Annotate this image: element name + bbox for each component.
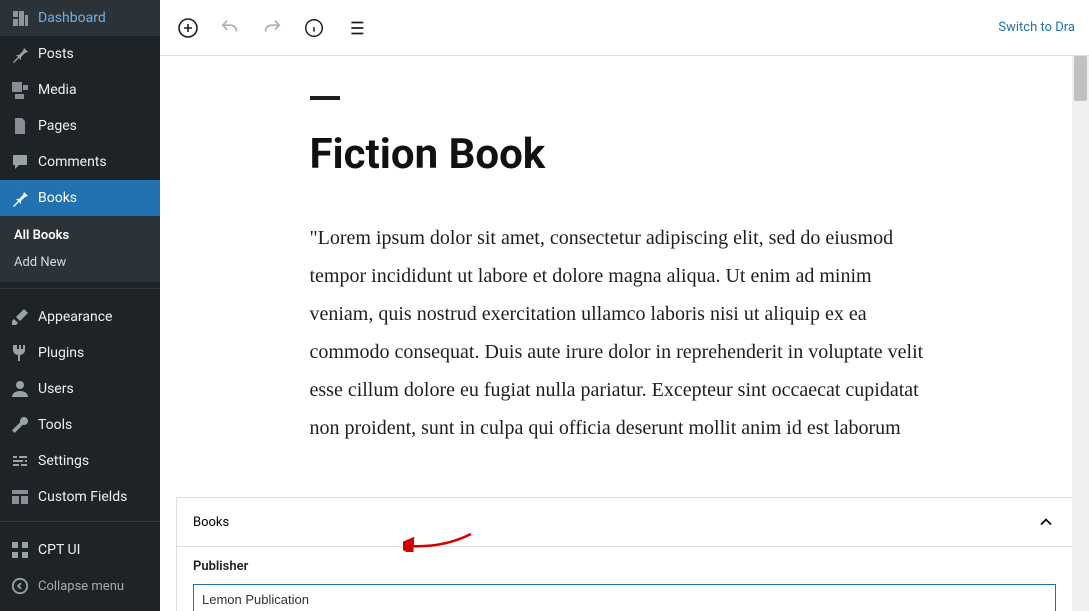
sidebar-item-books[interactable]: Books (0, 180, 160, 216)
sidebar-item-label: Media (38, 82, 77, 98)
title-separator (310, 96, 340, 100)
sidebar-item-label: Posts (38, 46, 74, 62)
post-body-paragraph[interactable]: "Lorem ipsum dolor sit amet, consectetur… (310, 219, 940, 447)
switch-label: Switch to Dra (998, 20, 1075, 35)
metabox-books: Books Publisher (176, 497, 1073, 611)
collapse-label: Collapse menu (38, 579, 124, 594)
sidebar-subitem-label: Add New (14, 255, 66, 270)
dashboard-icon (10, 8, 30, 28)
switch-to-draft-link[interactable]: Switch to Dra (998, 20, 1075, 35)
sidebar-subitem-label: All Books (14, 228, 69, 243)
page-icon (10, 116, 30, 136)
sidebar-item-plugins[interactable]: Plugins (0, 335, 160, 371)
collapse-icon (10, 576, 30, 596)
user-icon (10, 379, 30, 399)
scrollbar-thumb[interactable] (1074, 56, 1087, 101)
sidebar-subitem-all-books[interactable]: All Books (0, 222, 160, 249)
metabox-body: Publisher (177, 547, 1072, 611)
wrench-icon (10, 415, 30, 435)
vertical-scrollbar[interactable] (1072, 56, 1089, 611)
sidebar-item-label: Appearance (38, 309, 112, 325)
comment-icon (10, 152, 30, 172)
undo-button[interactable] (216, 14, 244, 42)
admin-sidebar: Dashboard Posts Media Pages Comments (0, 0, 160, 611)
sidebar-item-custom-fields[interactable]: Custom Fields (0, 479, 160, 515)
chevron-up-icon (1036, 512, 1056, 532)
cpt-icon (10, 540, 30, 560)
pin-icon (10, 44, 30, 64)
editor-scroll-area[interactable]: Fiction Book "Lorem ipsum dolor sit amet… (160, 56, 1089, 611)
metabox-toggle[interactable]: Books (177, 498, 1072, 547)
publisher-input[interactable] (193, 584, 1056, 611)
outline-button[interactable] (342, 14, 370, 42)
pin-icon (10, 188, 30, 208)
sidebar-item-posts[interactable]: Posts (0, 36, 160, 72)
sidebar-item-settings[interactable]: Settings (0, 443, 160, 479)
editor-main: Switch to Dra Fiction Book "Lorem ipsum … (160, 0, 1089, 611)
sidebar-item-label: Pages (38, 118, 77, 134)
sidebar-item-label: Comments (38, 154, 107, 170)
sidebar-item-tools[interactable]: Tools (0, 407, 160, 443)
brush-icon (10, 307, 30, 327)
sidebar-separator (0, 288, 160, 293)
sidebar-submenu-books: All Books Add New (0, 216, 160, 282)
plug-icon (10, 343, 30, 363)
media-icon (10, 80, 30, 100)
editor-toolbar: Switch to Dra (160, 0, 1089, 56)
metabox-title: Books (193, 515, 229, 530)
sidebar-item-label: CPT UI (38, 542, 80, 558)
sidebar-item-label: Tools (38, 417, 72, 433)
sidebar-item-media[interactable]: Media (0, 72, 160, 108)
sidebar-item-label: Dashboard (38, 10, 106, 26)
sidebar-item-label: Books (38, 190, 77, 206)
sidebar-item-cpt-ui[interactable]: CPT UI (0, 532, 160, 568)
field-label-publisher: Publisher (193, 559, 1056, 574)
sidebar-item-label: Custom Fields (38, 489, 127, 505)
sidebar-separator (0, 521, 160, 526)
add-block-button[interactable] (174, 14, 202, 42)
sidebar-item-label: Users (38, 381, 74, 397)
sliders-icon (10, 451, 30, 471)
collapse-menu-button[interactable]: Collapse menu (0, 568, 160, 604)
sidebar-item-dashboard[interactable]: Dashboard (0, 0, 160, 36)
sidebar-item-comments[interactable]: Comments (0, 144, 160, 180)
sidebar-item-label: Plugins (38, 345, 84, 361)
sidebar-item-label: Settings (38, 453, 89, 469)
sidebar-item-pages[interactable]: Pages (0, 108, 160, 144)
sidebar-item-appearance[interactable]: Appearance (0, 299, 160, 335)
info-button[interactable] (300, 14, 328, 42)
layout-icon (10, 487, 30, 507)
redo-button[interactable] (258, 14, 286, 42)
sidebar-item-users[interactable]: Users (0, 371, 160, 407)
post-title[interactable]: Fiction Book (310, 130, 940, 179)
sidebar-subitem-add-new[interactable]: Add New (0, 249, 160, 276)
